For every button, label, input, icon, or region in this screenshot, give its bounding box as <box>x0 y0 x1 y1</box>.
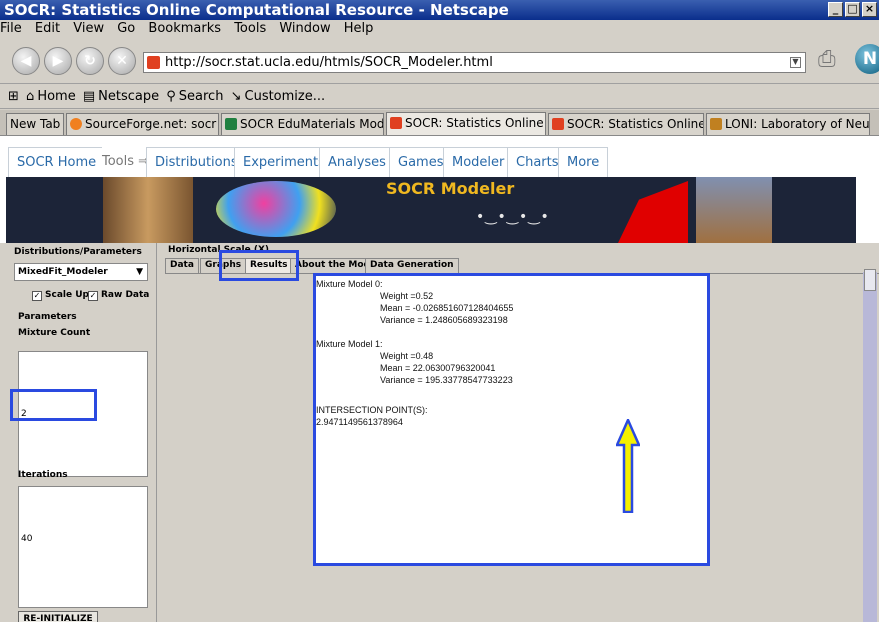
home-icon: ⌂ <box>26 89 35 104</box>
edu-icon <box>225 118 237 130</box>
window-titlebar: SOCR: Statistics Online Computational Re… <box>0 0 879 20</box>
chevron-down-icon: ▼ <box>136 267 143 277</box>
model0-weight: Weight =0.52 <box>380 291 434 301</box>
bookmark-netscape[interactable]: Netscape <box>98 89 159 104</box>
banner-arch-photo <box>103 177 193 243</box>
url-input[interactable]: http://socr.stat.ucla.edu/htmls/SOCR_Mod… <box>143 52 806 73</box>
bookmark-search[interactable]: Search <box>179 89 224 104</box>
banner-red-shape <box>618 181 688 243</box>
netscape-icon: ▤ <box>82 89 96 104</box>
up-arrow-icon <box>616 419 640 513</box>
customize-icon: ↘ <box>230 89 242 104</box>
highlight-box <box>10 389 97 421</box>
nav-tools: Tools ⇒ <box>102 147 150 177</box>
model0-title: Mixture Model 0: <box>316 279 383 289</box>
intersection-label: INTERSECTION POINT(S): <box>316 405 428 415</box>
panel-header: Distributions/Parameters <box>14 247 142 257</box>
browser-tab[interactable]: SourceForge.net: socr P... <box>66 113 219 135</box>
model1-weight: Weight =0.48 <box>380 351 434 361</box>
menu-go[interactable]: Go <box>117 21 135 36</box>
forward-icon[interactable]: ▶ <box>44 47 72 75</box>
url-text: http://socr.stat.ucla.edu/htmls/SOCR_Mod… <box>165 55 493 70</box>
maximize-button[interactable]: □ <box>845 2 860 17</box>
modeler-applet: Distributions/Parameters MixedFit_Modele… <box>0 243 879 622</box>
highlight-box <box>219 250 299 281</box>
model1-variance: Variance = 195.33778547733223 <box>380 375 513 385</box>
banner-image: SOCR Modeler •‿•‿•‿• <box>6 177 856 243</box>
model-select[interactable]: MixedFit_Modeler ▼ <box>14 263 148 281</box>
nav-more[interactable]: More <box>558 147 609 177</box>
menu-bookmarks[interactable]: Bookmarks <box>148 21 221 36</box>
raw-data-checkbox[interactable]: ✓ Raw Data <box>88 290 149 301</box>
loni-icon <box>710 118 722 130</box>
nav-socr-home[interactable]: SOCR Home <box>8 147 106 177</box>
netscape-logo-icon: N <box>855 44 879 74</box>
model0-mean: Mean = -0.026851607128404655 <box>380 303 514 313</box>
scale-up-checkbox[interactable]: ✓ Scale Up <box>32 290 89 301</box>
menu-bar: File Edit View Go Bookmarks Tools Window… <box>0 20 879 38</box>
bookmark-customize[interactable]: Customize... <box>245 89 326 104</box>
menu-edit[interactable]: Edit <box>35 21 60 36</box>
search-icon: ⚲ <box>166 89 176 104</box>
window-title: SOCR: Statistics Online Computational Re… <box>4 1 509 19</box>
browser-tab-bar: New Tab SourceForge.net: socr P... SOCR … <box>0 110 879 136</box>
scrollbar-thumb[interactable] <box>864 269 876 291</box>
left-panel: Distributions/Parameters MixedFit_Modele… <box>0 243 157 622</box>
bookmarks-icon[interactable]: ⊞ <box>8 89 19 104</box>
url-dropdown-icon[interactable]: ▼ <box>790 57 801 68</box>
page-content: SOCR Home Tools ⇒ Distributions Experime… <box>0 136 879 622</box>
tab-data-generation[interactable]: Data Generation <box>365 258 459 273</box>
navigation-toolbar: ◀ ▶ ↻ ✕ http://socr.stat.ucla.edu/htmls/… <box>0 38 879 84</box>
print-icon[interactable]: ⎙ <box>818 47 848 75</box>
mixture-count-label: Mixture Count <box>18 328 91 338</box>
intersection-value: 2.9471149561378964 <box>316 417 403 427</box>
menu-help[interactable]: Help <box>344 21 374 36</box>
back-icon[interactable]: ◀ <box>12 47 40 75</box>
stop-icon[interactable]: ✕ <box>108 47 136 75</box>
browser-tab[interactable]: SOCR: Statistics Online ... <box>548 113 704 135</box>
iterations-label: Iterations <box>18 470 68 480</box>
vertical-scrollbar[interactable] <box>863 272 877 622</box>
sourceforge-icon <box>70 118 82 130</box>
nav-analyses[interactable]: Analyses <box>319 147 395 177</box>
model1-mean: Mean = 22.06300796320041 <box>380 363 496 373</box>
browser-tab[interactable]: SOCR EduMaterials Mod... <box>221 113 384 135</box>
site-favicon-icon <box>147 56 160 69</box>
parameters-label: Parameters <box>18 312 77 322</box>
browser-tab[interactable]: New Tab <box>6 113 64 135</box>
banner-wave-graphic: •‿•‿•‿• <box>476 209 550 225</box>
reinitialize-button[interactable]: RE-INITIALIZE <box>18 611 98 622</box>
model1-title: Mixture Model 1: <box>316 339 383 349</box>
browser-tab[interactable]: LONI: Laboratory of Neu... <box>706 113 870 135</box>
menu-file[interactable]: File <box>0 21 22 36</box>
minimize-button[interactable]: _ <box>828 2 843 17</box>
reload-icon[interactable]: ↻ <box>76 47 104 75</box>
bookmarks-toolbar: ⊞ ⌂ Home ▤ Netscape ⚲ Search ↘ Customize... <box>0 85 879 109</box>
browser-tab-active[interactable]: SOCR: Statistics Online ... <box>386 112 546 135</box>
nav-modeler[interactable]: Modeler <box>443 147 514 177</box>
right-area: Horizontal Scale (X) Data Graphs Results… <box>160 243 879 622</box>
banner-brain-image <box>216 181 336 237</box>
nav-distributions[interactable]: Distributions <box>146 147 247 177</box>
results-panel: Mixture Model 0: Weight =0.52 Mean = -0.… <box>313 273 710 566</box>
menu-window[interactable]: Window <box>279 21 330 36</box>
banner-title: SOCR Modeler <box>386 179 515 198</box>
model0-variance: Variance = 1.248605689323198 <box>380 315 508 325</box>
menu-view[interactable]: View <box>73 21 104 36</box>
tab-data[interactable]: Data <box>165 258 199 273</box>
banner-building-photo <box>696 177 772 243</box>
socr-icon <box>552 118 564 130</box>
site-navigation: SOCR Home Tools ⇒ Distributions Experime… <box>8 147 620 177</box>
iterations-input[interactable]: 40 <box>18 486 148 608</box>
socr-icon <box>390 117 402 129</box>
menu-tools[interactable]: Tools <box>234 21 266 36</box>
close-button[interactable]: × <box>862 2 877 17</box>
bookmark-home[interactable]: Home <box>37 89 75 104</box>
